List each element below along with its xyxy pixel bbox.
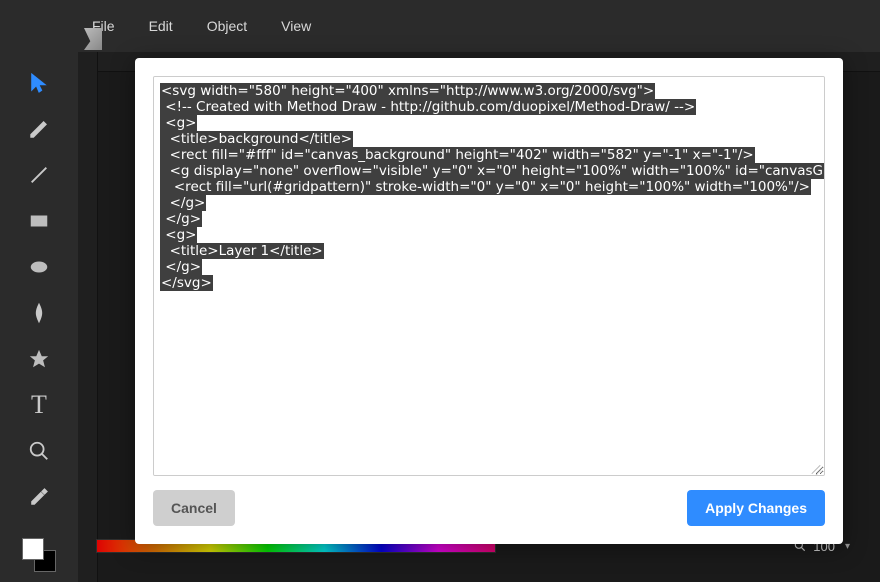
- ellipse-tool-icon: [28, 256, 50, 278]
- menubar: File Edit Object View: [0, 0, 880, 52]
- dialog-button-row: Cancel Apply Changes: [153, 490, 825, 526]
- line-tool-icon: [28, 164, 50, 186]
- apply-changes-button[interactable]: Apply Changes: [687, 490, 825, 526]
- menu-object[interactable]: Object: [205, 14, 249, 38]
- code-line: <g>: [160, 115, 818, 131]
- eyedropper-tool-icon: [28, 486, 50, 508]
- star-tool-icon: [28, 348, 50, 370]
- code-line: </svg>: [160, 275, 818, 291]
- resize-handle-icon[interactable]: [810, 461, 822, 473]
- code-line: <rect fill="#fff" id="canvas_background"…: [160, 147, 818, 163]
- line-tool[interactable]: [22, 158, 56, 192]
- text-tool-icon: T: [31, 390, 47, 420]
- code-line: <svg width="580" height="400" xmlns="htt…: [160, 83, 818, 99]
- code-line: </g>: [160, 195, 818, 211]
- code-line: </g>: [160, 211, 818, 227]
- path-tool[interactable]: [22, 296, 56, 330]
- fill-color-swatch: [22, 538, 44, 560]
- code-line: <g>: [160, 227, 818, 243]
- cancel-button[interactable]: Cancel: [153, 490, 235, 526]
- code-line: <title>Layer 1</title>: [160, 243, 818, 259]
- code-line: <g display="none" overflow="visible" y="…: [160, 163, 818, 179]
- text-tool[interactable]: T: [22, 388, 56, 422]
- zoom-tool-icon: [28, 440, 50, 462]
- svg-source-textarea[interactable]: <svg width="580" height="400" xmlns="htt…: [153, 76, 825, 476]
- app-logo-icon: [84, 28, 102, 50]
- code-line: </g>: [160, 259, 818, 275]
- zoom-tool[interactable]: [22, 434, 56, 468]
- chevron-down-icon: ▾: [845, 541, 850, 552]
- code-line: <title>background</title>: [160, 131, 818, 147]
- rect-tool[interactable]: [22, 204, 56, 238]
- color-swatch[interactable]: [20, 536, 58, 574]
- select-tool-icon: [28, 72, 50, 94]
- select-tool[interactable]: [22, 66, 56, 100]
- toolbar: T: [0, 52, 78, 582]
- svg-source-dialog: <svg width="580" height="400" xmlns="htt…: [135, 58, 843, 544]
- pencil-tool[interactable]: [22, 112, 56, 146]
- pencil-tool-icon: [28, 118, 50, 140]
- menu-view[interactable]: View: [279, 14, 313, 38]
- menu-edit[interactable]: Edit: [147, 14, 175, 38]
- app-root: File Edit Object View T: [0, 0, 880, 582]
- ruler-vertical: [78, 52, 98, 582]
- eyedropper-tool[interactable]: [22, 480, 56, 514]
- rect-tool-icon: [28, 210, 50, 232]
- code-line: <rect fill="url(#gridpattern)" stroke-wi…: [160, 179, 818, 195]
- path-tool-icon: [28, 302, 50, 324]
- shape-tool[interactable]: [22, 342, 56, 376]
- ellipse-tool[interactable]: [22, 250, 56, 284]
- code-line: <!-- Created with Method Draw - http://g…: [160, 99, 818, 115]
